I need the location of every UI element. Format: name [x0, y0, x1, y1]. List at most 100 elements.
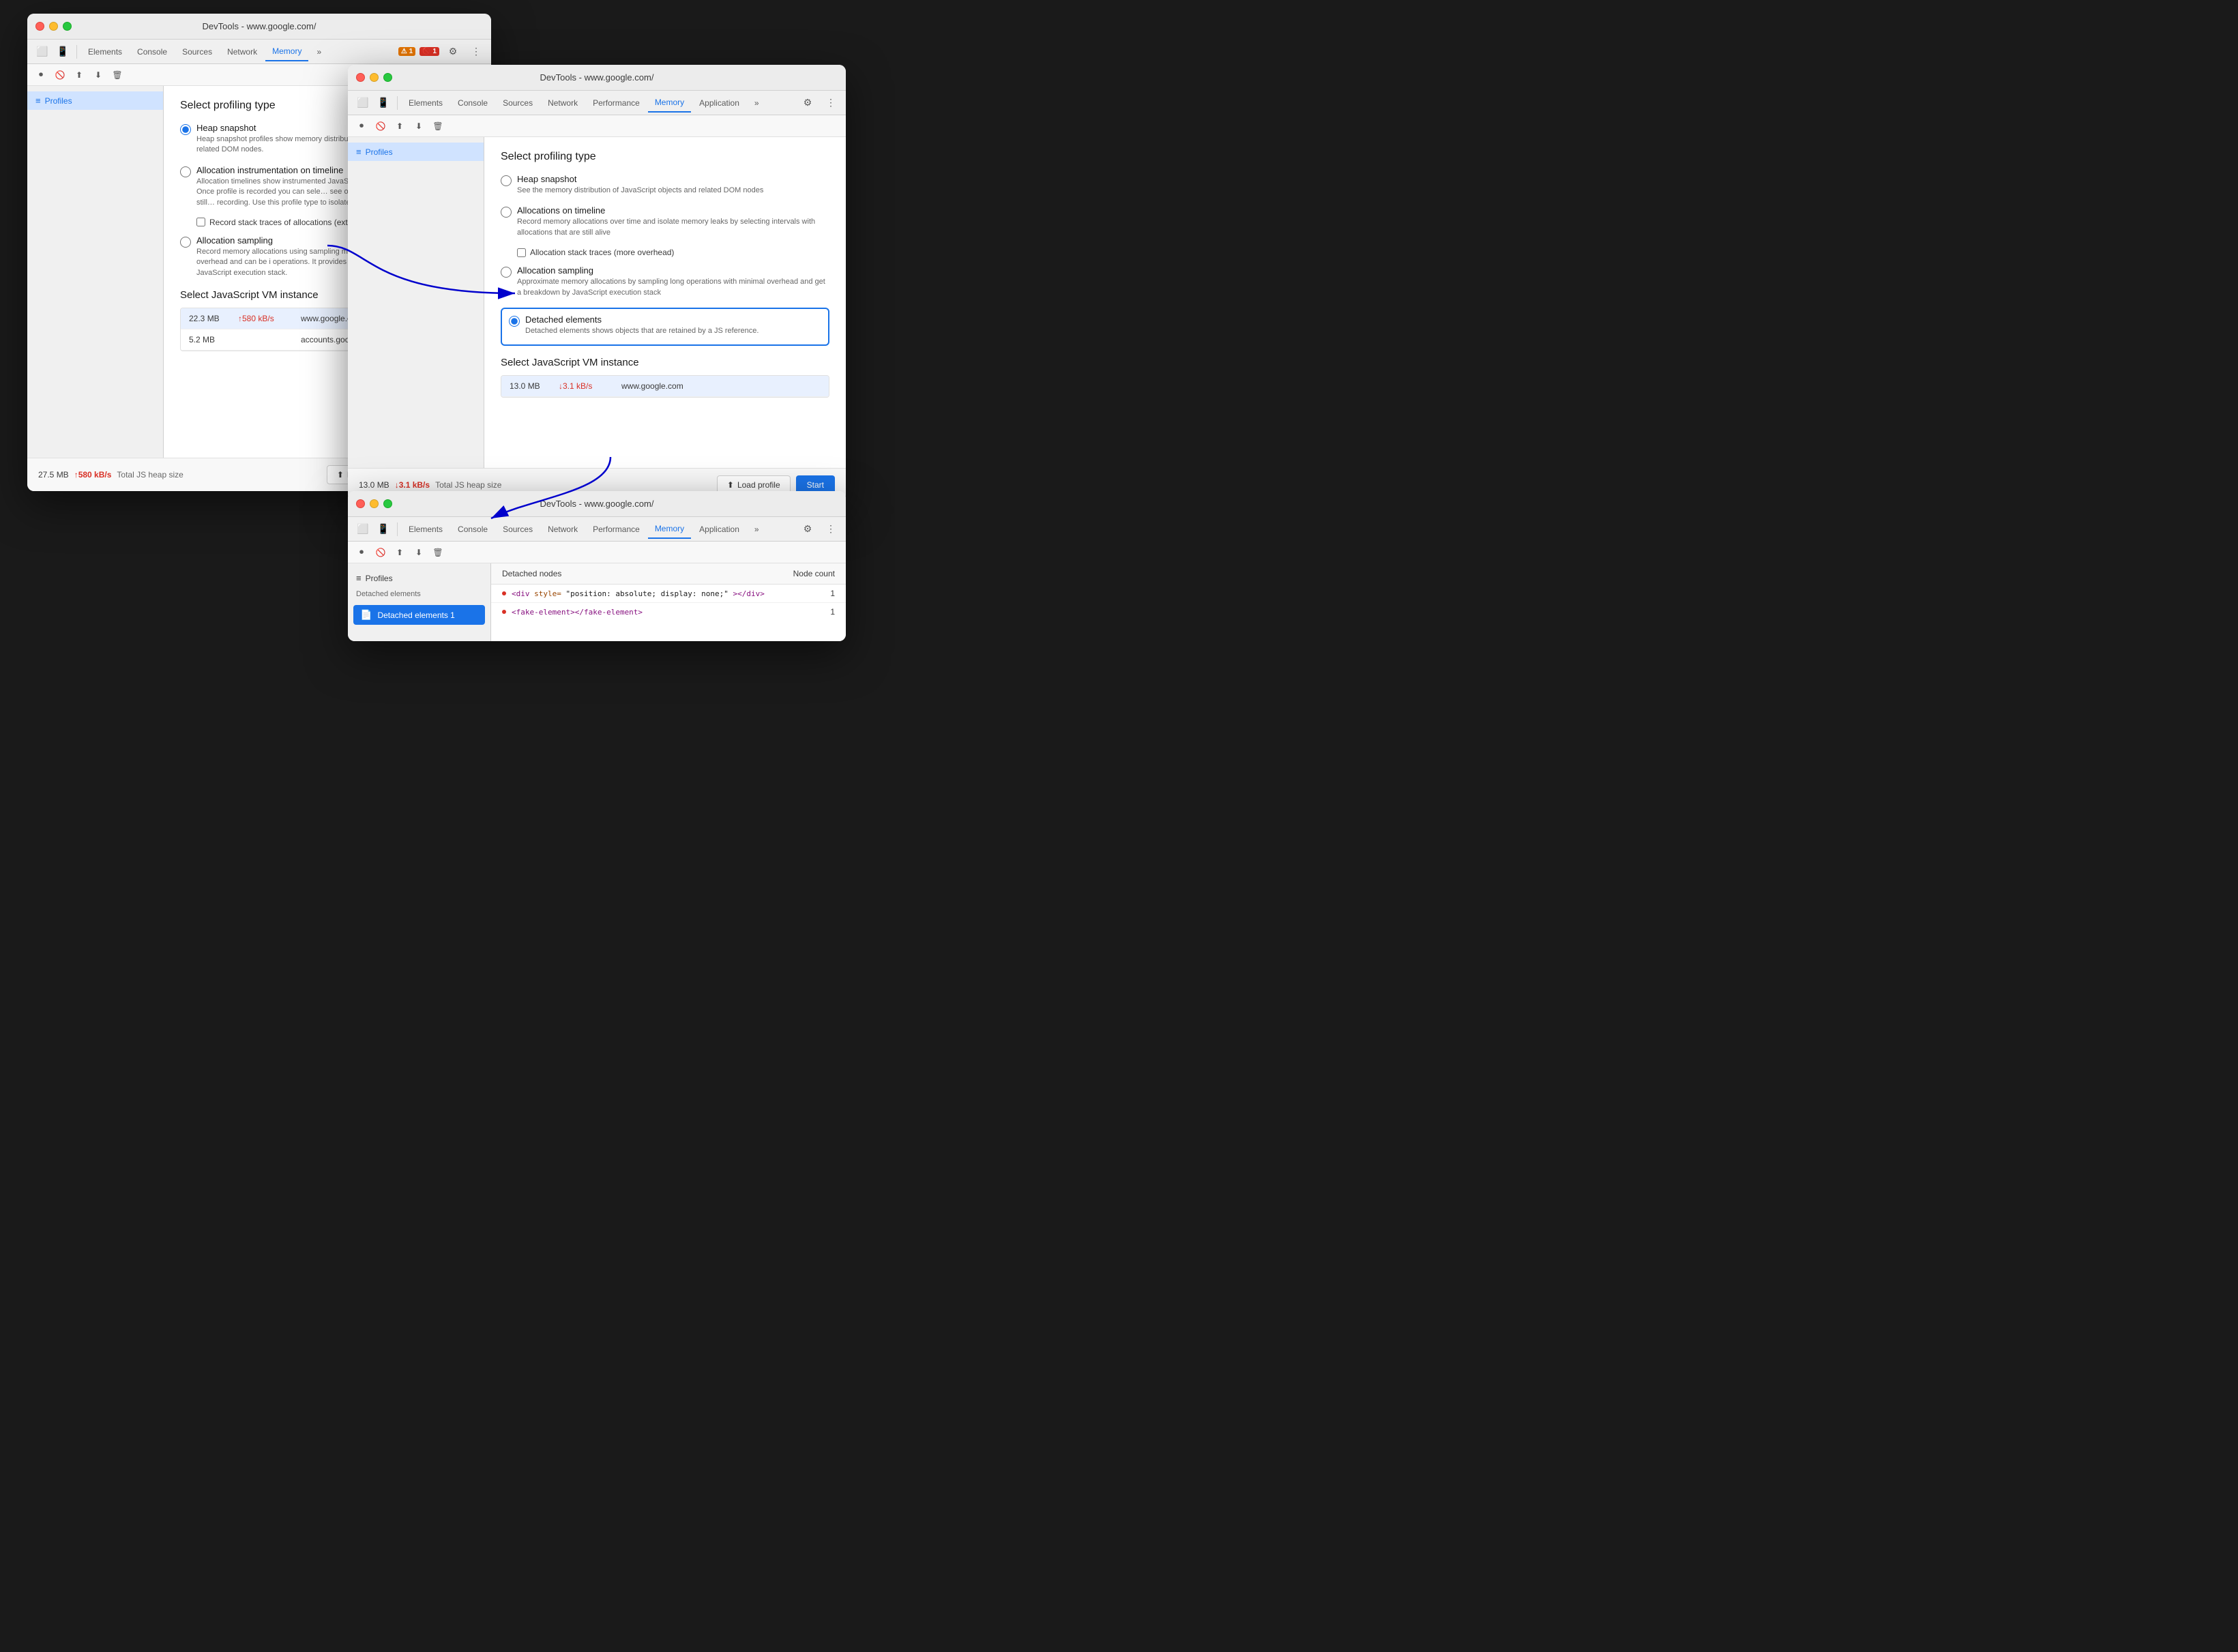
vm-size-2: 5.2 MB: [189, 335, 230, 344]
tab-console-2[interactable]: Console: [451, 93, 495, 113]
tab-sources-3[interactable]: Sources: [496, 520, 540, 539]
profile-item-detached-1[interactable]: 📄 Detached elements 1: [353, 605, 485, 625]
radio-heap-2[interactable]: [501, 175, 512, 186]
tab-application-2[interactable]: Application: [692, 93, 746, 113]
title-bar-2: DevTools - www.google.com/: [348, 65, 846, 91]
checkbox-stack-traces-1[interactable]: [196, 218, 205, 226]
clear-icon-3[interactable]: 🚫: [372, 544, 389, 561]
traffic-lights-3: [356, 499, 392, 508]
result-header-count: Node count: [780, 569, 835, 578]
tab-more-3[interactable]: »: [748, 520, 766, 539]
settings-icon-2[interactable]: ⚙: [798, 93, 817, 113]
upload-icon-1[interactable]: ⬆: [71, 67, 87, 83]
result-item-1[interactable]: <div style= "position: absolute; display…: [491, 585, 846, 603]
more-icon-3[interactable]: ⋮: [821, 520, 840, 539]
more-icon-1[interactable]: ⋮: [467, 42, 486, 61]
tab-network-1[interactable]: Network: [220, 42, 264, 61]
tab-sources-2[interactable]: Sources: [496, 93, 540, 113]
result-code-2: <fake-element></fake-element>: [512, 608, 643, 617]
collect-icon-3[interactable]: 🗑: [430, 544, 446, 561]
tab-more-1[interactable]: »: [310, 42, 328, 61]
settings-icon-3[interactable]: ⚙: [798, 520, 817, 539]
radio-heap-1[interactable]: [180, 124, 191, 135]
collect-icon-2[interactable]: 🗑: [430, 118, 446, 134]
profile-item-label: Detached elements 1: [377, 610, 454, 620]
toolbar-divider-2: [397, 96, 398, 110]
device-icon-2[interactable]: 📱: [374, 93, 393, 113]
detached-section-label: Detached elements: [348, 587, 490, 604]
tab-memory-2[interactable]: Memory: [648, 93, 691, 113]
sidebar-item-label-profiles-1: Profiles: [45, 96, 72, 106]
device-icon-3[interactable]: 📱: [374, 520, 393, 539]
device-icon[interactable]: 📱: [53, 42, 72, 61]
main-panel-2: Select profiling type Heap snapshot See …: [484, 137, 846, 468]
download-icon-3[interactable]: ⬇: [411, 544, 427, 561]
close-button-3[interactable]: [356, 499, 365, 508]
sidebar-item-profiles-3[interactable]: ≡ Profiles: [348, 569, 490, 587]
sidebar-item-profiles-2[interactable]: ≡ Profiles: [348, 143, 484, 161]
maximize-button-2[interactable]: [383, 73, 392, 82]
radio-alloc-timeline-1[interactable]: [180, 166, 191, 177]
radio-alloc-sampling-1[interactable]: [180, 237, 191, 248]
close-button-2[interactable]: [356, 73, 365, 82]
radio-heap-label-2: Heap snapshot: [517, 174, 829, 184]
radio-alloc-sampling-2[interactable]: [501, 267, 512, 278]
radio-alloc-sampling-desc-2: Approximate memory allocations by sampli…: [517, 277, 829, 298]
tab-memory-1[interactable]: Memory: [265, 42, 308, 61]
inspect-icon-3[interactable]: ⬜: [353, 520, 372, 539]
clear-icon-2[interactable]: 🚫: [372, 118, 389, 134]
radio-heap-desc-2: See the memory distribution of JavaScrip…: [517, 186, 829, 196]
upload-icon-2[interactable]: ⬆: [392, 118, 408, 134]
inspect-icon[interactable]: ⬜: [33, 42, 52, 61]
tab-network-2[interactable]: Network: [541, 93, 585, 113]
sidebar-item-profiles-1[interactable]: ≡ Profiles: [27, 91, 163, 110]
maximize-button-3[interactable]: [383, 499, 392, 508]
tab-console-3[interactable]: Console: [451, 520, 495, 539]
footer-size-1: 27.5 MB: [38, 470, 69, 480]
more-icon-2[interactable]: ⋮: [821, 93, 840, 113]
tab-performance-2[interactable]: Performance: [586, 93, 647, 113]
sidebar-item-label-profiles-2: Profiles: [366, 147, 393, 157]
tab-application-3[interactable]: Application: [692, 520, 746, 539]
result-item-2[interactable]: <fake-element></fake-element> 1: [491, 603, 846, 621]
footer-speed-2: ↓3.1 kB/s: [395, 480, 430, 490]
radio-detached-2[interactable]: [509, 316, 520, 327]
download-icon-2[interactable]: ⬇: [411, 118, 427, 134]
record-icon-2[interactable]: ⏺: [353, 118, 370, 134]
download-icon-1[interactable]: ⬇: [90, 67, 106, 83]
maximize-button-1[interactable]: [63, 22, 72, 31]
minimize-button-2[interactable]: [370, 73, 379, 82]
window-title-3: DevTools - www.google.com/: [540, 499, 654, 509]
toolbar-divider: [76, 45, 77, 59]
radio-heap-label-group-2: Heap snapshot See the memory distributio…: [517, 174, 829, 196]
tab-elements-3[interactable]: Elements: [402, 520, 450, 539]
tab-elements-1[interactable]: Elements: [81, 42, 129, 61]
vm-size-1: 22.3 MB: [189, 314, 230, 323]
tab-more-2[interactable]: »: [748, 93, 766, 113]
option-heap-2: Heap snapshot See the memory distributio…: [501, 174, 829, 196]
minimize-button-3[interactable]: [370, 499, 379, 508]
title-bar-3: DevTools - www.google.com/: [348, 491, 846, 517]
traffic-lights-2: [356, 73, 392, 82]
tab-elements-2[interactable]: Elements: [402, 93, 450, 113]
tab-console-1[interactable]: Console: [130, 42, 174, 61]
vm-row-2-1[interactable]: 13.0 MB ↓3.1 kB/s www.google.com: [501, 376, 829, 397]
record-icon-1[interactable]: ⏺: [33, 67, 49, 83]
close-button-1[interactable]: [35, 22, 44, 31]
tab-network-3[interactable]: Network: [541, 520, 585, 539]
collect-icon-1[interactable]: 🗑: [109, 67, 126, 83]
vm-speed-1: ↑580 kB/s: [238, 314, 293, 323]
inspect-icon-2[interactable]: ⬜: [353, 93, 372, 113]
settings-icon-1[interactable]: ⚙: [443, 42, 462, 61]
tab-sources-1[interactable]: Sources: [175, 42, 219, 61]
radio-alloc-timeline-2[interactable]: [501, 207, 512, 218]
minimize-button-1[interactable]: [49, 22, 58, 31]
tab-performance-3[interactable]: Performance: [586, 520, 647, 539]
clear-icon-1[interactable]: 🚫: [52, 67, 68, 83]
checkbox-stack-traces-2[interactable]: [517, 248, 526, 257]
footer-speed-1: ↑580 kB/s: [74, 470, 112, 480]
upload-icon-3[interactable]: ⬆: [392, 544, 408, 561]
footer-stats-2: 13.0 MB ↓3.1 kB/s Total JS heap size: [359, 480, 501, 490]
record-icon-3[interactable]: ⏺: [353, 544, 370, 561]
tab-memory-3[interactable]: Memory: [648, 520, 691, 539]
